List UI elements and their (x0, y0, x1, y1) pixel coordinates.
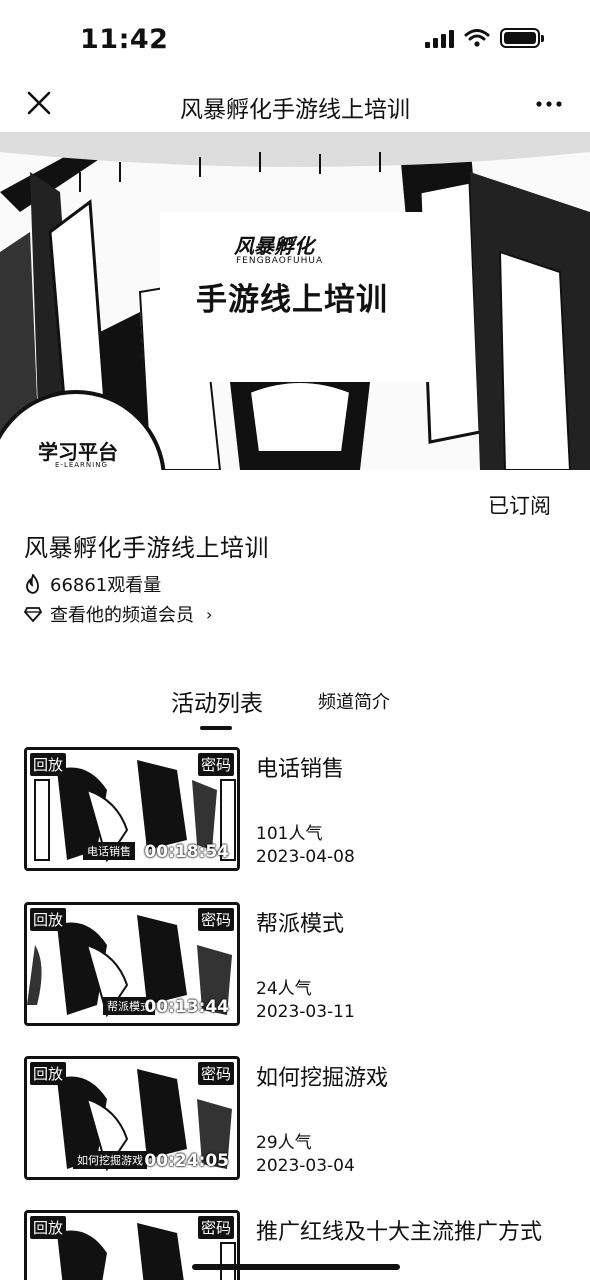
password-tag: 密码 (197, 753, 234, 776)
status-bar: 11:42 (0, 0, 590, 80)
banner-logo-sub: FENGBAOFUHUA (236, 256, 324, 266)
banner-logo: 风暴孵化 (234, 234, 314, 258)
replay-tag: 回放 (30, 908, 67, 931)
password-tag: 密码 (197, 908, 234, 931)
screen: 11:42 风暴孵化手游线上培训 风暴孵化 FENGBAOFUHUA 手游线上培… (0, 0, 590, 1280)
diamond-icon (24, 607, 42, 622)
video-duration: 00:24:05 (144, 1151, 229, 1171)
status-icons (425, 28, 544, 48)
video-duration: 00:18:54 (144, 842, 229, 862)
list-item[interactable]: 回放 密码 帮派模式 00:13:44 帮派模式 24人气 2023-03-11 (24, 902, 569, 1026)
chevron-right-icon: › (206, 604, 213, 624)
replay-tag: 回放 (30, 1216, 67, 1239)
subscribe-status[interactable]: 已订阅 (488, 490, 551, 520)
replay-tag: 回放 (30, 753, 67, 776)
nav-title: 风暴孵化手游线上培训 (180, 97, 410, 123)
activity-popularity: 101人气 (256, 824, 323, 844)
list-item[interactable]: 回放 密码 电话销售 00:18:54 电话销售 101人气 2023-04-0… (24, 747, 569, 871)
platform-badge-sub: E-LEARNING (55, 461, 108, 469)
activity-date: 2023-04-08 (256, 847, 355, 867)
nav-bar: 风暴孵化手游线上培训 (0, 80, 590, 130)
status-time: 11:42 (80, 24, 169, 55)
views-count: 66861观看量 (50, 575, 162, 596)
activity-date: 2023-03-04 (256, 1156, 355, 1176)
activity-title[interactable]: 推广红线及十大主流推广方式 (256, 1214, 542, 1246)
wifi-icon (464, 29, 490, 47)
member-link-label: 查看他的频道会员 (50, 605, 194, 626)
activity-title[interactable]: 帮派模式 (256, 906, 344, 938)
battery-icon (500, 28, 544, 48)
activity-popularity: 24人气 (256, 979, 312, 999)
password-tag: 密码 (197, 1062, 234, 1085)
flame-icon (26, 574, 39, 594)
tab-channel-intro[interactable]: 频道简介 (318, 688, 390, 714)
more-icon[interactable] (534, 92, 564, 116)
thumbnail-caption: 如何挖掘游戏 (73, 1151, 147, 1169)
views-row: 66861观看量 (24, 571, 161, 597)
video-thumbnail[interactable]: 回放 密码 帮派模式 00:13:44 (24, 902, 240, 1026)
member-link[interactable]: 查看他的频道会员 › (24, 601, 212, 627)
channel-banner: 风暴孵化 FENGBAOFUHUA 手游线上培训 学习平台 E-LEARNING (0, 132, 590, 470)
video-thumbnail[interactable]: 回放 密码 电话销售 00:18:54 (24, 747, 240, 871)
tab-activity-list[interactable]: 活动列表 (171, 684, 263, 718)
thumbnail-caption: 电话销售 (83, 842, 135, 860)
cellular-signal-icon (425, 28, 454, 48)
video-duration: 00:13:44 (144, 997, 229, 1017)
password-tag: 密码 (197, 1216, 234, 1239)
channel-title: 风暴孵化手游线上培训 (24, 534, 269, 562)
activity-popularity: 29人气 (256, 1133, 312, 1153)
activity-title[interactable]: 如何挖掘游戏 (256, 1060, 388, 1092)
video-thumbnail[interactable]: 回放 密码 如何挖掘游戏 00:24:05 (24, 1056, 240, 1180)
activity-date: 2023-03-11 (256, 1002, 355, 1022)
activity-title[interactable]: 电话销售 (256, 751, 344, 783)
banner-heading: 手游线上培训 (196, 282, 388, 318)
replay-tag: 回放 (30, 1062, 67, 1085)
home-indicator[interactable] (192, 1264, 400, 1270)
tab-active-indicator (200, 726, 232, 730)
list-item[interactable]: 回放 密码 如何挖掘游戏 00:24:05 如何挖掘游戏 29人气 2023-0… (24, 1056, 569, 1180)
